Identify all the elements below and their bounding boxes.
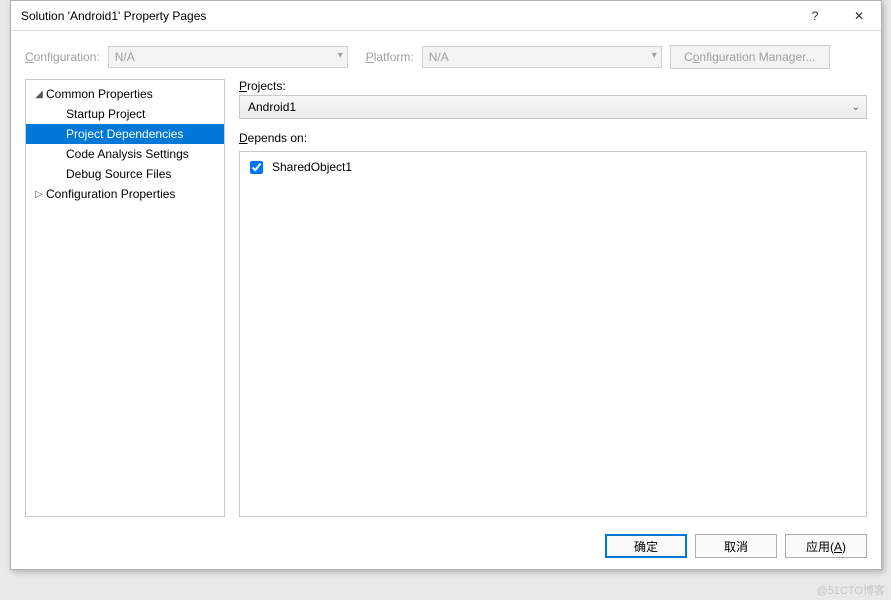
dialog-body: ◢ Common Properties Startup Project Proj…: [25, 79, 867, 517]
dependency-checkbox[interactable]: [250, 161, 263, 174]
titlebar: Solution 'Android1' Property Pages ? ✕: [11, 1, 881, 31]
property-pages-dialog: Solution 'Android1' Property Pages ? ✕ C…: [10, 0, 882, 570]
projects-combo[interactable]: Android1 ⌄: [239, 95, 867, 119]
chevron-right-icon: ▷: [32, 189, 46, 200]
help-icon: ?: [812, 9, 819, 23]
tree-item-label: Code Analysis Settings: [66, 147, 189, 161]
chevron-down-icon: ◢: [32, 89, 46, 100]
tree-item-label: Project Dependencies: [66, 127, 183, 141]
platform-label: Platform:: [366, 50, 414, 64]
tree-item-label: Common Properties: [46, 87, 153, 101]
tree-item-debug-source-files[interactable]: Debug Source Files: [26, 164, 224, 184]
depends-on-list: SharedObject1: [239, 151, 867, 517]
tree-item-label: Startup Project: [66, 107, 145, 121]
selected-project: Android1: [248, 100, 296, 114]
platform-combo: N/A ▾: [422, 46, 662, 68]
projects-label: Projects:: [239, 79, 867, 93]
depends-on-label: Depends on:: [239, 131, 867, 145]
watermark: @51CTO博客: [817, 582, 885, 598]
window-title: Solution 'Android1' Property Pages: [21, 9, 793, 23]
chevron-down-icon: ▾: [338, 50, 343, 61]
dependency-name: SharedObject1: [272, 160, 352, 174]
configuration-row: Configuration: N/A ▾ Platform: N/A ▾ Con…: [11, 31, 881, 77]
configuration-value: N/A: [115, 50, 135, 64]
list-item[interactable]: SharedObject1: [246, 158, 860, 176]
help-button[interactable]: ?: [793, 1, 837, 31]
platform-value: N/A: [429, 50, 449, 64]
close-icon: ✕: [854, 9, 864, 23]
close-button[interactable]: ✕: [837, 1, 881, 31]
ok-button[interactable]: 确定: [605, 534, 687, 558]
dialog-footer: 确定 取消 应用(A): [11, 523, 881, 569]
tree-item-label: Configuration Properties: [46, 187, 175, 201]
property-tree[interactable]: ◢ Common Properties Startup Project Proj…: [25, 79, 225, 517]
chevron-down-icon: ⌄: [852, 102, 860, 113]
configuration-label: Configuration:: [25, 50, 100, 64]
tree-item-configuration-properties[interactable]: ▷ Configuration Properties: [26, 184, 224, 204]
tree-item-project-dependencies[interactable]: Project Dependencies: [26, 124, 224, 144]
apply-button[interactable]: 应用(A): [785, 534, 867, 558]
chevron-down-icon: ▾: [652, 50, 657, 61]
tree-item-common-properties[interactable]: ◢ Common Properties: [26, 84, 224, 104]
cancel-button[interactable]: 取消: [695, 534, 777, 558]
configuration-combo: N/A ▾: [108, 46, 348, 68]
configuration-manager-button: Configuration Manager...: [670, 45, 830, 69]
tree-item-startup-project[interactable]: Startup Project: [26, 104, 224, 124]
tree-item-code-analysis-settings[interactable]: Code Analysis Settings: [26, 144, 224, 164]
right-panel: Projects: Android1 ⌄ Depends on: SharedO…: [225, 79, 867, 517]
tree-item-label: Debug Source Files: [66, 167, 171, 181]
